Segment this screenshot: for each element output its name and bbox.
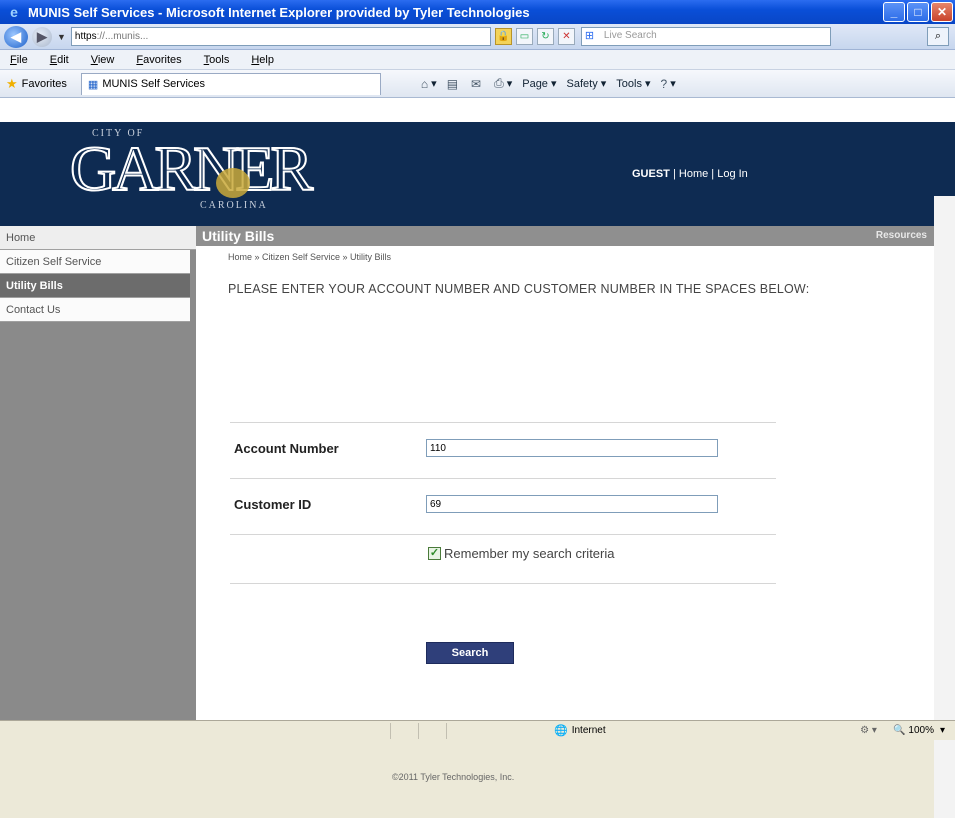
favorites-label: Favorites [21,77,67,90]
guest-label: GUEST [632,168,670,180]
zone-label: Internet [571,725,606,736]
back-button[interactable]: ◀ [4,25,28,48]
live-search-icon: ⊞ [584,30,595,42]
tools-command[interactable]: Tools ▾ [616,77,650,91]
account-number-label: Account Number [234,441,339,456]
status-text-pane [0,723,390,739]
address-field[interactable]: https ://...munis... [70,27,491,46]
menu-favorites[interactable]: Favorites [136,54,181,66]
sidebar: Home Citizen Self Service Utility Bills … [0,226,196,720]
live-search-input[interactable]: ⊞ Live Search [580,27,831,46]
window-title: MUNIS Self Services - Microsoft Internet… [28,4,530,20]
mail-command[interactable]: ✉ [471,77,484,91]
print-icon: ⎙ [494,76,504,90]
web-page: CITY OF GARNER CAROLINA GUEST | Home | L… [0,98,955,818]
menu-edit[interactable]: Edit [50,54,69,66]
account-row: Account Number [230,422,776,478]
breadcrumb: Home » Citizen Self Service » Utility Bi… [228,252,392,262]
page-command-label: Page [522,77,548,90]
status-pane [446,722,546,739]
url-scheme: https [74,31,97,42]
separator: | [672,168,676,180]
history-dropdown-icon[interactable]: ▼ [57,32,66,42]
menu-view[interactable]: View [91,54,115,66]
window-titlebar: e MUNIS Self Services - Microsoft Intern… [0,0,955,24]
customer-id-label: Customer ID [234,497,312,512]
logo-carolina: CAROLINA [200,200,268,211]
separator: | [711,168,715,180]
section-title: Utility Bills [202,228,275,244]
customer-id-field[interactable] [426,495,718,513]
status-pane [390,722,418,739]
print-command[interactable]: ⎙ ▾ [494,76,512,91]
copyright-text: ©2011 Tyler Technologies, Inc. [392,772,515,782]
address-toolbar: ◀ ▶ ▼ https ://...munis... 🔒 ▭ ↻ ✕ ⊞ Liv… [0,24,955,50]
menu-file[interactable]: File [10,54,28,66]
main-content: Utility Bills Resources Home » Citizen S… [196,226,955,782]
security-zone[interactable]: 🌐 Internet [546,724,746,737]
feeds-command[interactable]: ▤ [447,77,461,91]
ie-icon: e [10,4,18,20]
search-icon[interactable]: ⌕ [927,27,949,46]
maximize-button[interactable]: □ [907,2,929,22]
live-search-placeholder: Live Search [603,30,657,41]
user-links: GUEST | Home | Log In [632,168,748,180]
globe-icon: 🌐 [554,725,568,737]
home-command[interactable]: ⌂ ▾ [421,77,437,91]
url-text: ://...munis... [96,31,149,42]
page-icon: ▦ [87,78,99,91]
safety-command[interactable]: Safety ▾ [566,77,607,91]
lock-icon[interactable]: 🔒 [494,28,512,45]
remember-checkbox[interactable]: ✓ [428,547,441,560]
sidebar-item-utility-bills[interactable]: Utility Bills [0,274,190,298]
logo-word: GARNER [69,132,314,205]
zoom-control[interactable]: ⚙ ▾ 🔍 100% ▾ [860,725,945,736]
sidebar-item-home[interactable]: Home [0,226,196,250]
help-icon: ? [660,76,668,91]
remember-label[interactable]: Remember my search criteria [444,546,615,561]
mail-icon: ✉ [471,76,482,91]
favorites-button[interactable]: ★ Favorites [6,76,67,92]
page-command[interactable]: Page ▾ [522,77,556,91]
star-icon: ★ [6,75,18,91]
customer-row: Customer ID [230,478,776,534]
remember-row: ✓ Remember my search criteria [230,534,776,584]
sidebar-item-contact-us[interactable]: Contact Us [0,298,190,322]
protected-mode-icon[interactable]: ⚙ ▾ [860,725,877,736]
safety-command-label: Safety [566,77,598,90]
status-bar: 🌐 Internet ⚙ ▾ 🔍 100% ▾ [0,720,955,740]
help-command[interactable]: ? ▾ [661,77,676,91]
login-link[interactable]: Log In [717,168,748,180]
home-link[interactable]: Home [679,168,708,180]
home-icon: ⌂ [420,76,429,91]
favorites-bar: ★ Favorites ▦ MUNIS Self Services ⌂ ▾ ▤ ✉… [0,70,955,98]
section-bar: Utility Bills Resources [196,226,955,246]
forward-button[interactable]: ▶ [32,26,52,47]
close-button[interactable]: ✕ [931,2,953,22]
zoom-icon: 🔍 [892,725,906,736]
feed-icon: ▤ [446,76,459,91]
resources-link[interactable]: Resources [876,226,927,246]
compatibility-icon[interactable]: ▭ [515,28,533,45]
seal-icon [216,168,250,198]
zoom-dropdown-icon[interactable]: ▾ [940,725,945,736]
search-form: Account Number Customer ID ✓ Remember my… [230,422,776,584]
browser-tab[interactable]: ▦ MUNIS Self Services [80,72,381,95]
menu-tools[interactable]: Tools [204,54,230,66]
status-pane [418,722,446,739]
tools-command-label: Tools [616,77,642,90]
sidebar-item-citizen-self-service[interactable]: Citizen Self Service [0,250,190,274]
city-logo[interactable]: CITY OF GARNER CAROLINA [69,128,360,220]
site-header: CITY OF GARNER CAROLINA GUEST | Home | L… [0,122,955,226]
search-button[interactable]: Search [426,642,514,664]
refresh-icon[interactable]: ↻ [536,28,554,45]
account-number-field[interactable] [426,439,718,457]
zoom-level: 100% [908,725,934,736]
tab-title: MUNIS Self Services [102,78,206,90]
minimize-button[interactable]: _ [883,2,905,22]
menu-bar: File Edit View Favorites Tools Help [0,50,955,70]
menu-help[interactable]: Help [251,54,274,66]
instruction-text: PLEASE ENTER YOUR ACCOUNT NUMBER AND CUS… [228,282,810,296]
stop-icon[interactable]: ✕ [557,28,575,45]
